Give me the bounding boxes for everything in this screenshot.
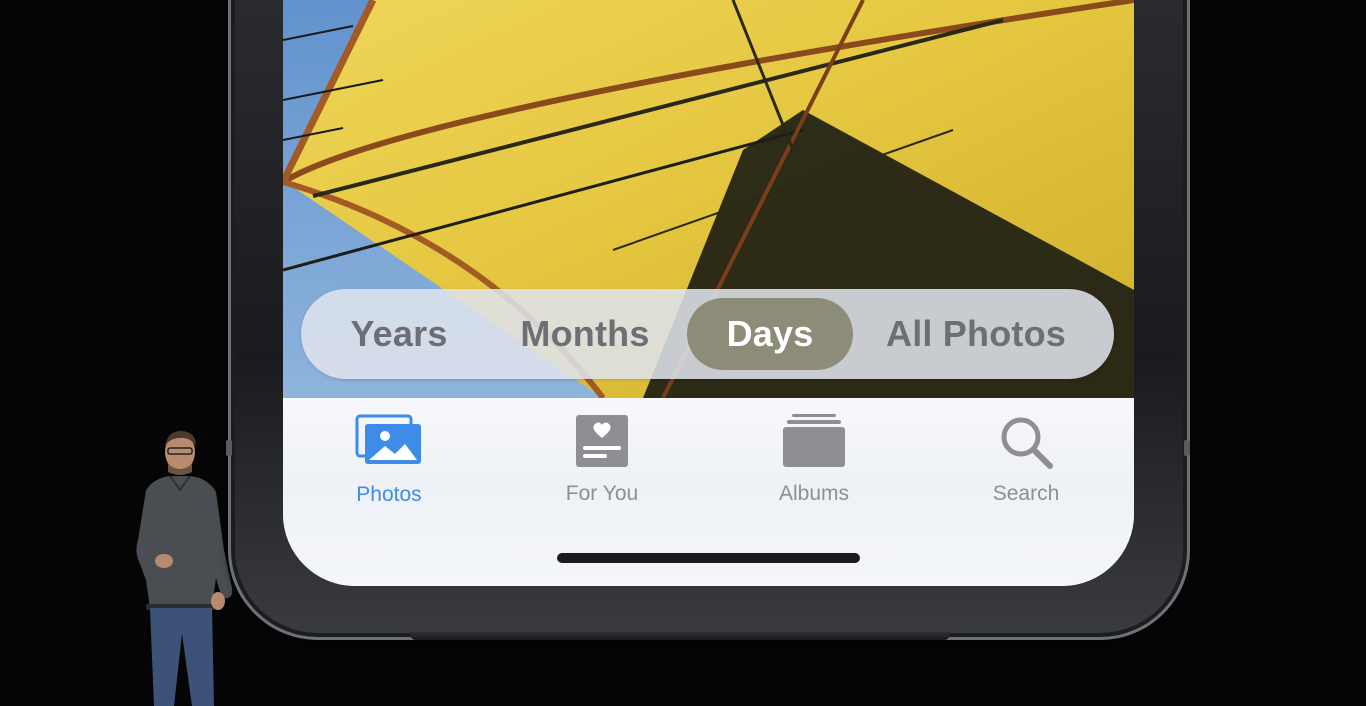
albums-icon xyxy=(783,414,845,467)
keynote-stage: Years Months Days All Photos Photos For … xyxy=(0,0,1366,706)
tab-bar: Photos For You Albums Search xyxy=(283,398,1134,586)
segment-years[interactable]: Years xyxy=(331,289,467,379)
tab-search-label: Search xyxy=(992,482,1060,505)
presenter-figure xyxy=(136,430,233,706)
tab-for-you-label: For You xyxy=(565,482,639,505)
segment-months[interactable]: Months xyxy=(509,289,661,379)
tab-search[interactable]: Search xyxy=(941,398,1111,518)
tab-photos[interactable]: Photos xyxy=(304,398,474,518)
tab-albums-label: Albums xyxy=(778,482,850,505)
phone-screen: Years Months Days All Photos Photos For … xyxy=(283,0,1134,586)
for-you-icon xyxy=(576,415,628,467)
phone-bottom-edge xyxy=(410,632,950,640)
phone-side-button-right xyxy=(1184,440,1190,456)
segment-days[interactable]: Days xyxy=(687,298,853,370)
timeline-segmented-control: Years Months Days All Photos xyxy=(301,289,1114,379)
tab-for-you[interactable]: For You xyxy=(517,398,687,518)
home-indicator[interactable] xyxy=(557,553,860,563)
search-icon xyxy=(1001,417,1053,469)
tab-photos-label: Photos xyxy=(356,483,422,506)
tab-albums[interactable]: Albums xyxy=(729,398,899,518)
phone-side-button xyxy=(226,440,232,456)
photos-icon xyxy=(355,414,421,464)
segment-all-photos[interactable]: All Photos xyxy=(871,289,1081,379)
